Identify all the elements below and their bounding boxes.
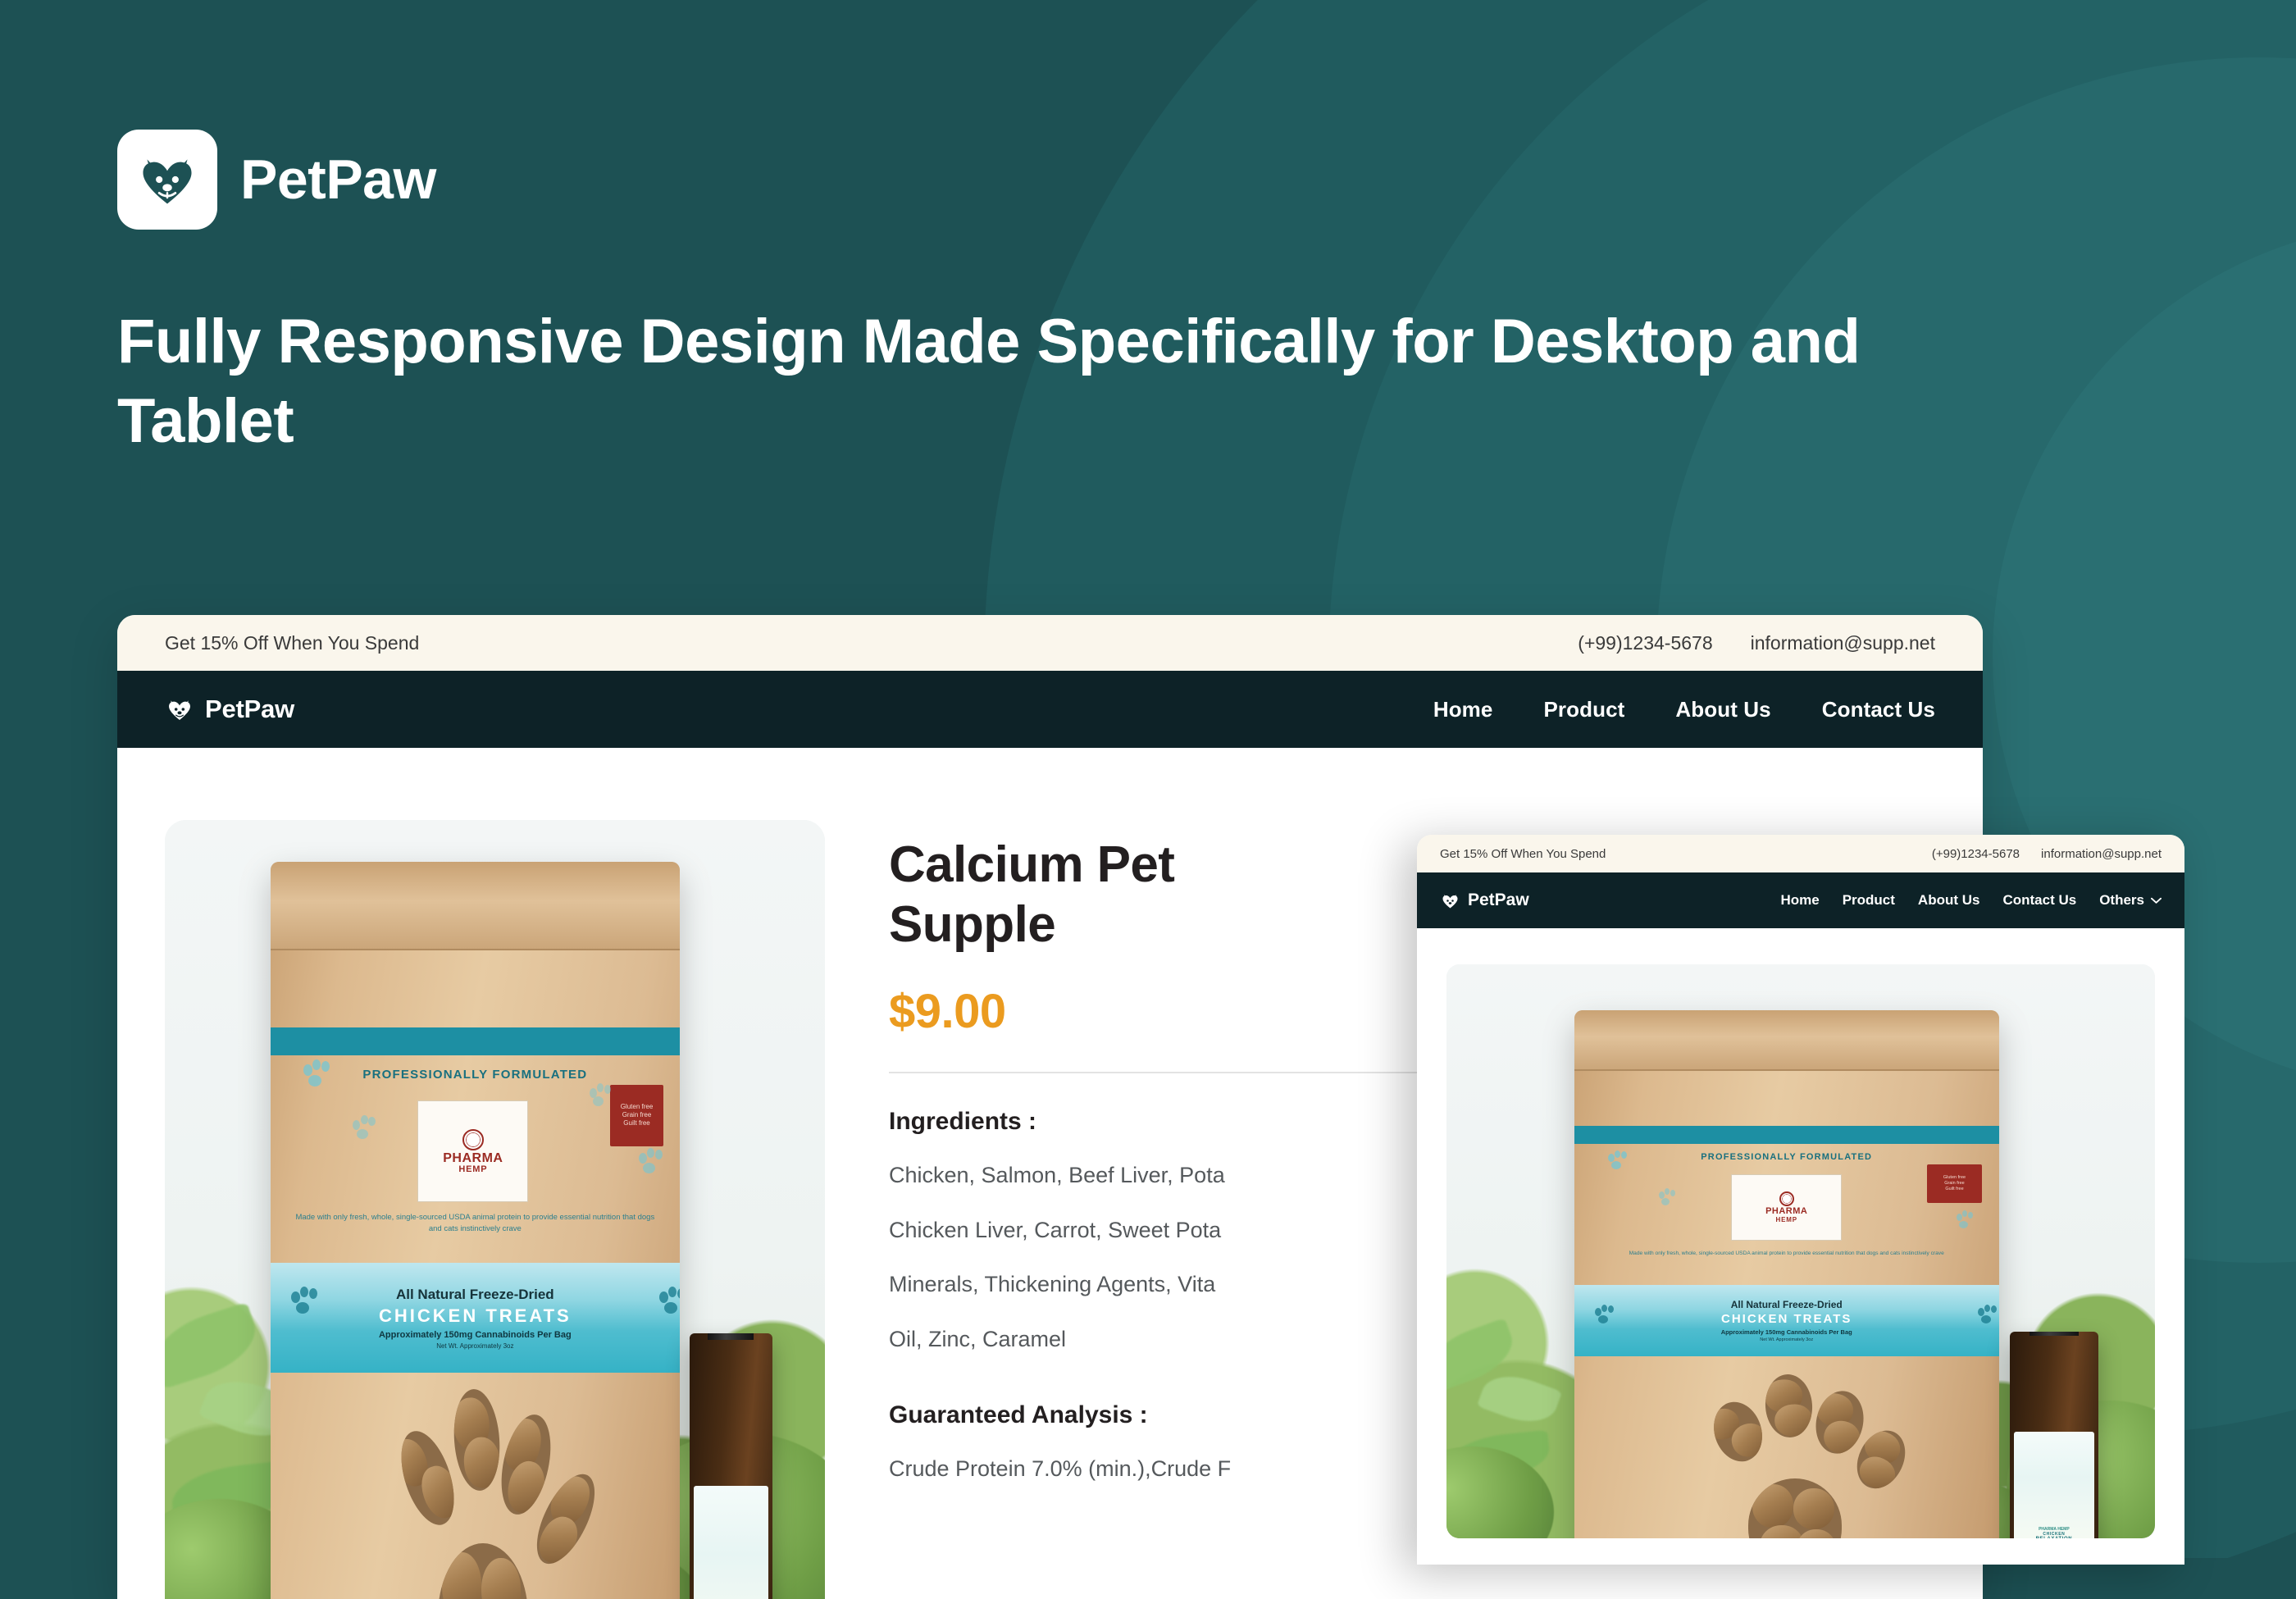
tablet-nav-others-label: Others — [2099, 892, 2144, 908]
tablet-navbar: PetPaw Home Product About Us Contact Us … — [1417, 872, 2184, 928]
tablet-nav-logo[interactable]: PetPaw — [1440, 891, 1780, 911]
tablet-nav-item-product[interactable]: Product — [1843, 892, 1895, 909]
pet-face-heart-icon — [117, 130, 217, 230]
tablet-topbar: Get 15% Off When You Spend (+99)1234-567… — [1417, 835, 2184, 872]
desktop-nav-logo[interactable]: PetPaw — [165, 695, 1433, 724]
tablet-nav-brand-label: PetPaw — [1468, 891, 1529, 909]
pet-face-heart-icon — [169, 700, 190, 720]
tablet-nav-item-about-us[interactable]: About Us — [1918, 892, 1980, 909]
pet-face-heart-icon — [1442, 894, 1458, 908]
desktop-nav-brand-label: PetPaw — [205, 695, 295, 723]
tablet-product-image[interactable]: PROFESSIONALLY FORMULATED PHARMA HEMP Gl… — [1446, 964, 2155, 1538]
desktop-topbar: Get 15% Off When You Spend (+99)1234-567… — [117, 615, 1983, 671]
tablet-nav-item-others[interactable]: Others — [2099, 892, 2162, 909]
desktop-promo-text: Get 15% Off When You Spend — [165, 631, 420, 654]
brand-wordmark: PetPaw — [240, 148, 436, 211]
page-title: Fully Responsive Design Made Specificall… — [117, 307, 1861, 457]
desktop-email-link[interactable]: information@supp.net — [1751, 632, 1935, 654]
nav-item-product[interactable]: Product — [1543, 697, 1624, 722]
desktop-nav-links: Home Product About Us Contact Us — [1433, 697, 1935, 722]
nav-item-about-us[interactable]: About Us — [1675, 697, 1770, 722]
nav-item-home[interactable]: Home — [1433, 697, 1493, 722]
chevron-down-icon — [2151, 897, 2162, 904]
desktop-phone-link[interactable]: (+99)1234-5678 — [1578, 632, 1712, 654]
tablet-page-body: PROFESSIONALLY FORMULATED PHARMA HEMP Gl… — [1417, 928, 2184, 1538]
tablet-email-link[interactable]: information@supp.net — [2041, 847, 2162, 861]
desktop-navbar: PetPaw Home Product About Us Contact Us — [117, 671, 1983, 748]
tablet-nav-links: Home Product About Us Contact Us Others — [1780, 892, 2162, 909]
tablet-phone-link[interactable]: (+99)1234-5678 — [1932, 847, 2020, 861]
product-image[interactable]: PROFESSIONALLY FORMULATED PHARMA HEMP Gl… — [165, 820, 825, 1599]
tablet-mockup: Get 15% Off When You Spend (+99)1234-567… — [1417, 835, 2184, 1565]
tablet-nav-item-home[interactable]: Home — [1780, 892, 1819, 909]
tablet-promo-text: Get 15% Off When You Spend — [1440, 846, 1606, 861]
brand-header: PetPaw — [117, 130, 436, 230]
nav-item-contact-us[interactable]: Contact Us — [1822, 697, 1935, 722]
tablet-nav-item-contact-us[interactable]: Contact Us — [2002, 892, 2076, 909]
